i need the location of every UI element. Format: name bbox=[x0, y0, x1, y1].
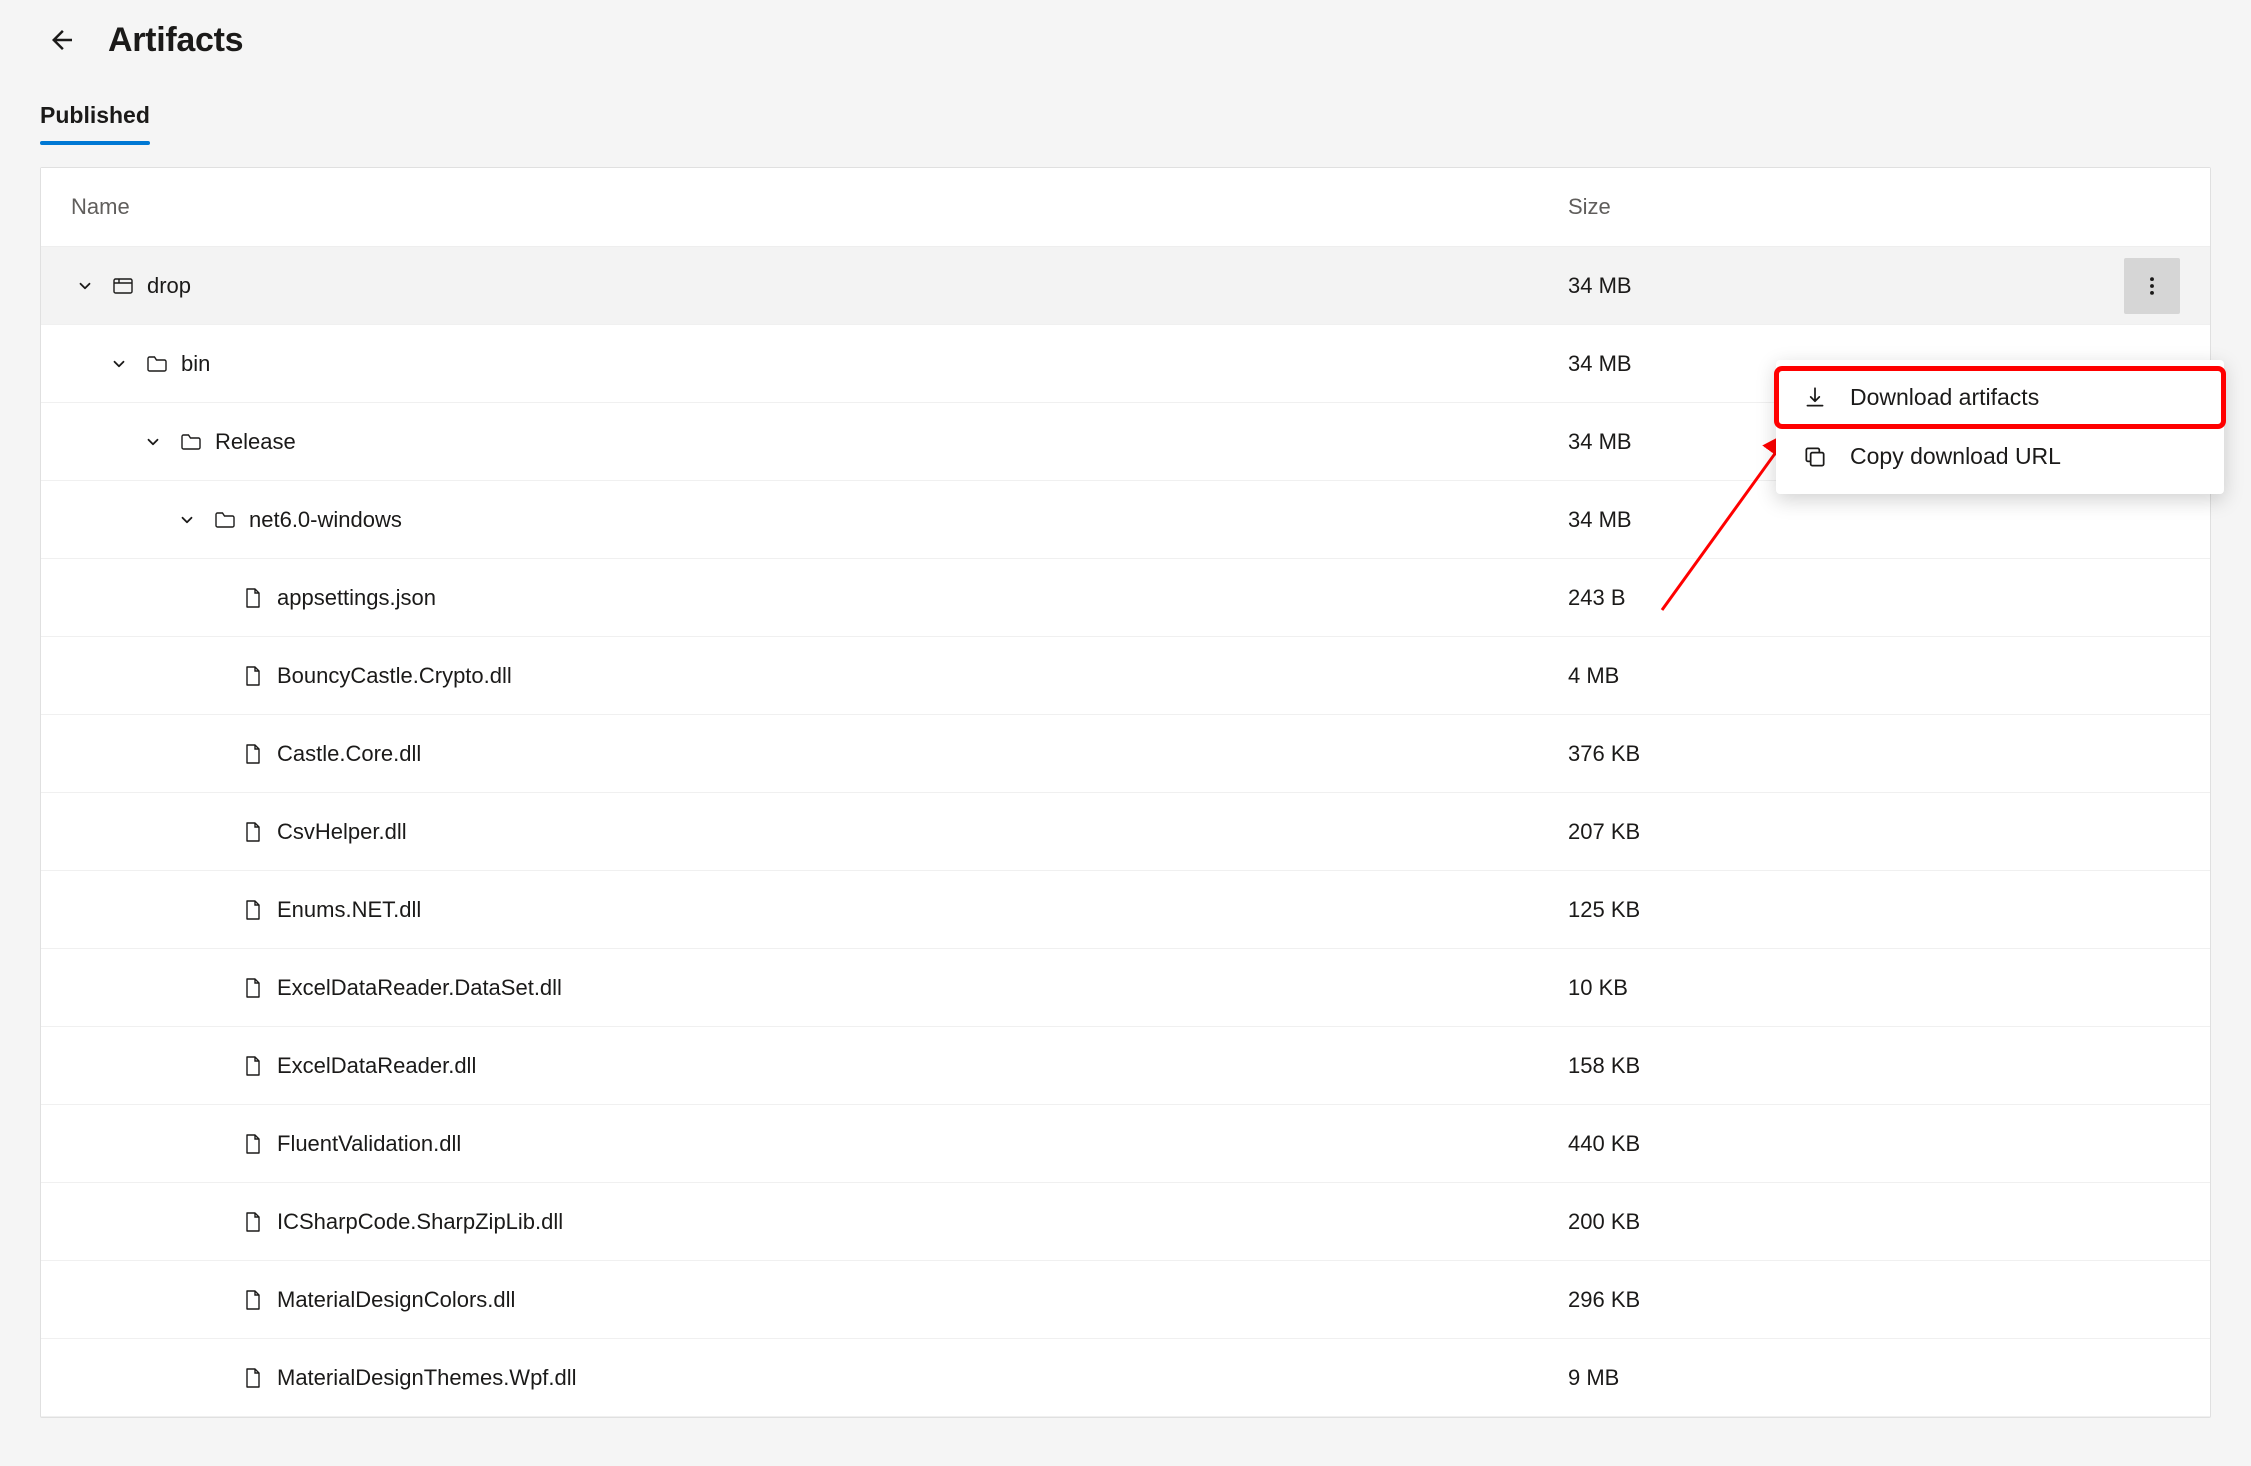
copy-icon bbox=[1802, 444, 1828, 470]
row-name-label: Castle.Core.dll bbox=[277, 741, 421, 767]
table-row[interactable]: drop 34 MB bbox=[41, 247, 2210, 325]
name-cell: FluentValidation.dll bbox=[71, 1131, 1568, 1157]
row-size: 125 KB bbox=[1568, 897, 2088, 923]
row-name-label: BouncyCastle.Crypto.dll bbox=[277, 663, 512, 689]
file-icon bbox=[239, 1288, 267, 1312]
table-row[interactable]: CsvHelper.dll 207 KB bbox=[41, 793, 2210, 871]
row-size: 200 KB bbox=[1568, 1209, 2088, 1235]
row-name-label: FluentValidation.dll bbox=[277, 1131, 461, 1157]
chevron-down-icon[interactable] bbox=[173, 511, 201, 529]
row-name-label: bin bbox=[181, 351, 210, 377]
row-name-label: MaterialDesignThemes.Wpf.dll bbox=[277, 1365, 577, 1391]
file-icon bbox=[239, 1132, 267, 1156]
name-cell: appsettings.json bbox=[71, 585, 1568, 611]
col-size: Size bbox=[1568, 194, 2088, 220]
table-row[interactable]: BouncyCastle.Crypto.dll 4 MB bbox=[41, 637, 2210, 715]
file-icon bbox=[239, 1366, 267, 1390]
menu-copy-label: Copy download URL bbox=[1850, 443, 2061, 470]
name-cell: Castle.Core.dll bbox=[71, 741, 1568, 767]
row-name-label: CsvHelper.dll bbox=[277, 819, 407, 845]
file-icon bbox=[239, 976, 267, 1000]
name-cell: bin bbox=[71, 351, 1568, 377]
arrow-left-icon bbox=[47, 25, 77, 55]
page-title: Artifacts bbox=[108, 21, 243, 60]
back-button[interactable] bbox=[40, 18, 84, 62]
row-size: 34 MB bbox=[1568, 273, 2088, 299]
page-header: Artifacts bbox=[0, 0, 2251, 72]
name-cell: drop bbox=[71, 273, 1568, 299]
row-name-label: Enums.NET.dll bbox=[277, 897, 421, 923]
row-name-label: MaterialDesignColors.dll bbox=[277, 1287, 515, 1313]
file-icon bbox=[239, 898, 267, 922]
tab-published[interactable]: Published bbox=[40, 102, 150, 143]
table-row[interactable]: MaterialDesignColors.dll 296 KB bbox=[41, 1261, 2210, 1339]
name-cell: ExcelDataReader.dll bbox=[71, 1053, 1568, 1079]
row-size: 158 KB bbox=[1568, 1053, 2088, 1079]
col-name: Name bbox=[71, 194, 1568, 220]
name-cell: ICSharpCode.SharpZipLib.dll bbox=[71, 1209, 1568, 1235]
name-cell: ExcelDataReader.DataSet.dll bbox=[71, 975, 1568, 1001]
file-icon bbox=[239, 820, 267, 844]
row-size: 34 MB bbox=[1568, 507, 2088, 533]
menu-copy-url[interactable]: Copy download URL bbox=[1776, 427, 2224, 486]
table-header: Name Size bbox=[41, 168, 2210, 247]
table-row[interactable]: appsettings.json 243 B bbox=[41, 559, 2210, 637]
folder-icon bbox=[177, 430, 205, 454]
table-row[interactable]: ICSharpCode.SharpZipLib.dll 200 KB bbox=[41, 1183, 2210, 1261]
table-row[interactable]: ExcelDataReader.DataSet.dll 10 KB bbox=[41, 949, 2210, 1027]
tabs-bar: Published bbox=[0, 72, 2251, 143]
name-cell: Release bbox=[71, 429, 1568, 455]
table-row[interactable]: Enums.NET.dll 125 KB bbox=[41, 871, 2210, 949]
name-cell: Enums.NET.dll bbox=[71, 897, 1568, 923]
file-icon bbox=[239, 1210, 267, 1234]
download-icon bbox=[1802, 385, 1828, 411]
table-row[interactable]: Castle.Core.dll 376 KB bbox=[41, 715, 2210, 793]
row-size: 243 B bbox=[1568, 585, 2088, 611]
folder-icon bbox=[211, 508, 239, 532]
name-cell: CsvHelper.dll bbox=[71, 819, 1568, 845]
table-row[interactable]: MaterialDesignThemes.Wpf.dll 9 MB bbox=[41, 1339, 2210, 1417]
row-name-label: ExcelDataReader.dll bbox=[277, 1053, 476, 1079]
chevron-down-icon[interactable] bbox=[139, 433, 167, 451]
menu-download-artifacts[interactable]: Download artifacts bbox=[1776, 368, 2224, 427]
row-size: 440 KB bbox=[1568, 1131, 2088, 1157]
more-actions-button[interactable] bbox=[2124, 258, 2180, 314]
name-cell: BouncyCastle.Crypto.dll bbox=[71, 663, 1568, 689]
name-cell: MaterialDesignThemes.Wpf.dll bbox=[71, 1365, 1568, 1391]
artifact-icon bbox=[109, 274, 137, 298]
name-cell: net6.0-windows bbox=[71, 507, 1568, 533]
row-name-label: ExcelDataReader.DataSet.dll bbox=[277, 975, 562, 1001]
row-size: 207 KB bbox=[1568, 819, 2088, 845]
chevron-down-icon[interactable] bbox=[71, 277, 99, 295]
folder-icon bbox=[143, 352, 171, 376]
name-cell: MaterialDesignColors.dll bbox=[71, 1287, 1568, 1313]
table-row[interactable]: FluentValidation.dll 440 KB bbox=[41, 1105, 2210, 1183]
row-name-label: net6.0-windows bbox=[249, 507, 402, 533]
row-size: 9 MB bbox=[1568, 1365, 2088, 1391]
context-menu: Download artifacts Copy download URL bbox=[1776, 360, 2224, 494]
row-name-label: drop bbox=[147, 273, 191, 299]
file-icon bbox=[239, 742, 267, 766]
file-icon bbox=[239, 1054, 267, 1078]
row-size: 296 KB bbox=[1568, 1287, 2088, 1313]
row-size: 4 MB bbox=[1568, 663, 2088, 689]
menu-download-label: Download artifacts bbox=[1850, 384, 2039, 411]
table-row[interactable]: ExcelDataReader.dll 158 KB bbox=[41, 1027, 2210, 1105]
row-name-label: appsettings.json bbox=[277, 585, 436, 611]
file-icon bbox=[239, 586, 267, 610]
row-name-label: ICSharpCode.SharpZipLib.dll bbox=[277, 1209, 563, 1235]
artifacts-panel: Name Size drop 34 MB bin 34 MB Release 34 MB n… bbox=[40, 167, 2211, 1418]
chevron-down-icon[interactable] bbox=[105, 355, 133, 373]
file-icon bbox=[239, 664, 267, 688]
row-size: 376 KB bbox=[1568, 741, 2088, 767]
row-actions bbox=[2088, 258, 2180, 314]
row-name-label: Release bbox=[215, 429, 296, 455]
row-size: 10 KB bbox=[1568, 975, 2088, 1001]
